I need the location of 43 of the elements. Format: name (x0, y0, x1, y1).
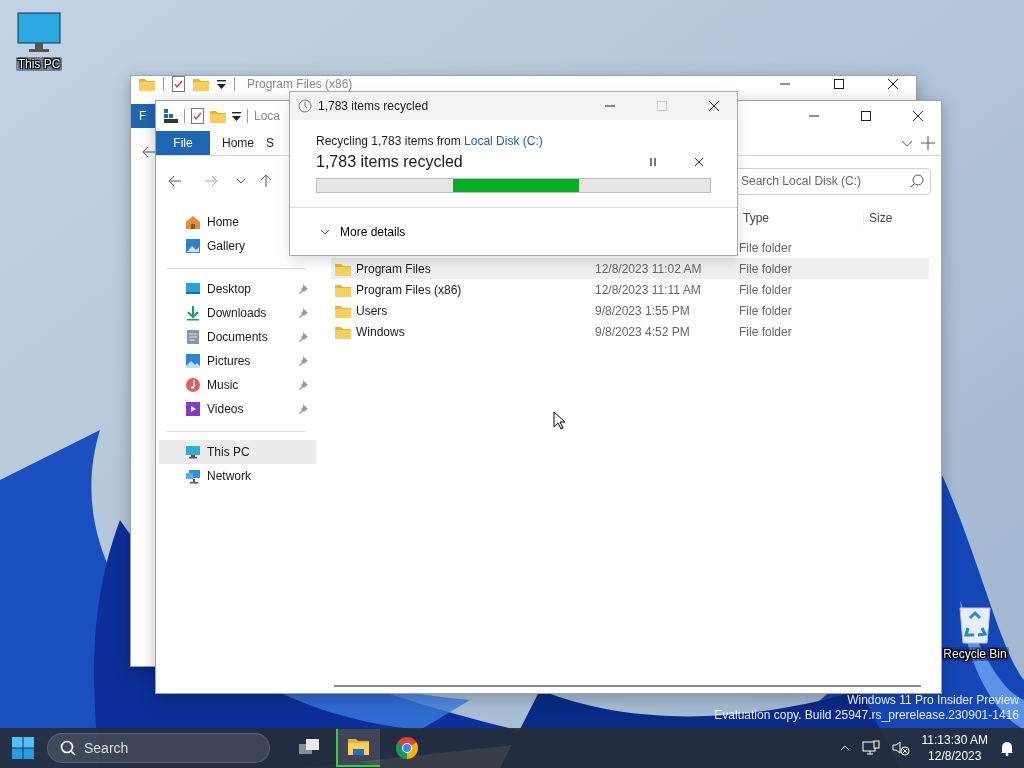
date-modified: 12/8/2023 11:11 AM (595, 282, 701, 297)
date-modified: 9/8/2023 1:55 PM (595, 303, 690, 318)
file-row[interactable]: Program Files (x86) 12/8/2023 11:11 AM File folder (331, 279, 929, 300)
ribbon-tab[interactable]: F (131, 104, 157, 128)
file-type: File folder (739, 240, 792, 255)
file-type: File folder (739, 324, 792, 339)
column-header[interactable]: Size (863, 211, 893, 225)
file-type: File folder (739, 261, 792, 276)
sidebar-item[interactable]: Pictures (159, 349, 316, 373)
search-field[interactable]: Search (47, 733, 270, 763)
source-link[interactable]: Local Disk (C:) (464, 134, 543, 148)
file-name[interactable]: Windows (356, 324, 405, 339)
desktop-icon-label[interactable]: Recycle Bin (941, 647, 1009, 661)
progress-message: Recycling 1,783 items from (316, 134, 462, 148)
file-row[interactable]: Users 9/8/2023 1:55 PM File folder (331, 300, 929, 321)
sidebar-item[interactable]: Documents (159, 325, 316, 349)
ribbon-tab[interactable]: S (266, 131, 281, 155)
progress-status: 1,783 items recycled (316, 153, 464, 171)
file-row[interactable]: Windows 9/8/2023 4:52 PM File folder (331, 321, 929, 342)
ribbon-tab[interactable]: File (156, 131, 210, 155)
clock[interactable]: 11:13:30 AM 12/8/2023 (921, 732, 988, 764)
desktop-icon-label[interactable]: This PC (15, 57, 63, 71)
window-title: Program Files (x86) (247, 77, 353, 91)
sidebar-item[interactable]: Downloads (159, 301, 316, 325)
column-header[interactable]: Type (743, 211, 863, 225)
ribbon-tab[interactable]: Home (210, 131, 266, 155)
file-row[interactable]: Program Files 12/8/2023 11:02 AM File folder (331, 258, 929, 279)
file-type: File folder (739, 303, 792, 318)
file-name[interactable]: Users (356, 303, 388, 318)
date-modified: 9/8/2023 4:52 PM (595, 324, 690, 339)
edition-text: Windows 11 Pro Insider Preview (847, 693, 1019, 708)
file-name[interactable]: Program Files (356, 261, 431, 276)
file-type: File folder (739, 282, 792, 297)
sidebar-item[interactable]: Desktop (159, 277, 316, 301)
sidebar-item[interactable]: Network (159, 464, 316, 488)
sidebar-item[interactable]: Videos (159, 397, 316, 421)
more-details-button[interactable]: More details (318, 222, 408, 241)
file-name[interactable]: Program Files (x86) (356, 282, 462, 297)
sidebar-item[interactable]: Music (159, 373, 316, 397)
dialog-title: 1,783 items recycled (318, 99, 429, 113)
window-title: Loca (254, 109, 281, 123)
sidebar-item[interactable]: This PC (159, 440, 316, 464)
date-modified: 12/8/2023 11:02 AM (595, 261, 702, 276)
